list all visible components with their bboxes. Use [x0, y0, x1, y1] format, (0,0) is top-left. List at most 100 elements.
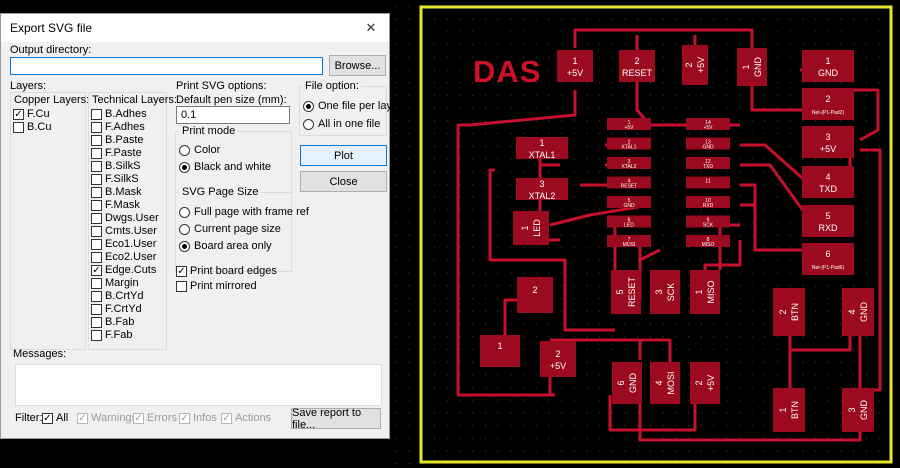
pad-label: GND: [628, 373, 638, 394]
checkbox-label: Dwgs.User: [105, 212, 159, 224]
pad-label: GND: [623, 203, 635, 209]
page-size-option-1-radio[interactable]: Current page size: [179, 223, 281, 235]
pad-label: 1: [778, 407, 788, 412]
pad-label: 2: [825, 94, 830, 104]
file-option-0-radio[interactable]: One file per layer: [303, 100, 402, 112]
pad-label: 2: [694, 380, 704, 385]
tech-layer-f-crtyd-checkbox[interactable]: F.CrtYd: [91, 303, 142, 315]
pad-label: 1: [497, 341, 502, 351]
tech-layer-f-mask-checkbox[interactable]: F.Mask: [91, 199, 140, 211]
pad-label: LED: [624, 223, 634, 229]
close-icon[interactable]: ✕: [361, 18, 381, 38]
pad-label: +5V: [696, 57, 706, 73]
pen-size-input[interactable]: [176, 106, 290, 124]
pad-label: XTAL1: [622, 145, 637, 151]
pad-label: GND: [702, 145, 714, 151]
copper-layer-f-cu-checkbox[interactable]: ✓ F.Cu: [13, 108, 50, 120]
checkbox-icon: [91, 251, 102, 263]
pad-label: TXD: [819, 184, 838, 194]
save-report-button[interactable]: Save report to file...: [291, 407, 381, 431]
pad-label: 11: [705, 179, 710, 185]
print-mirrored-checkbox[interactable]: Print mirrored: [176, 280, 257, 292]
file-option-1-radio[interactable]: All in one file: [303, 118, 380, 130]
pcb-view[interactable]: 1 +5V 2 RESET 2 +5V 1 GND 1 GND 2 Net-(P1-Pad2) 3 +5V…: [390, 0, 900, 468]
page-size-option-0-radio[interactable]: Full page with frame ref: [179, 206, 309, 218]
radio-label: Full page with frame ref: [194, 206, 309, 218]
tech-layer-b-fab-checkbox[interactable]: B.Fab: [91, 316, 134, 328]
pad-label: 5: [615, 289, 625, 294]
tech-layer-dwgs-user-checkbox[interactable]: Dwgs.User: [91, 212, 159, 224]
checkbox-icon: ✓: [221, 412, 232, 424]
copper-layer-b-cu-checkbox[interactable]: B.Cu: [13, 121, 51, 133]
pcb-canvas[interactable]: 1+5V2RESET2 +5V 1 GND 1GND2Net-(P1-Pad2)3+5V…: [390, 0, 900, 468]
filter-infos-checkbox[interactable]: ✓ Infos: [179, 412, 217, 424]
tech-layer-f-fab-checkbox[interactable]: F.Fab: [91, 329, 133, 341]
checkbox-label: Cmts.User: [105, 225, 157, 237]
checkbox-label: F.CrtYd: [105, 303, 142, 315]
checkbox-icon: [91, 329, 102, 341]
checkbox-label: B.CrtYd: [105, 290, 144, 302]
checkbox-label: B.SilkS: [105, 160, 141, 172]
pad-label: 3: [847, 407, 857, 412]
pad-label: 3: [539, 179, 544, 189]
tech-layer-b-paste-checkbox[interactable]: B.Paste: [91, 134, 144, 146]
filter-errors-checkbox[interactable]: ✓ Errors: [133, 412, 177, 424]
output-directory-input[interactable]: [10, 57, 323, 75]
checkbox-icon: [91, 108, 102, 120]
checkbox-icon: [91, 225, 102, 237]
filter-all-checkbox[interactable]: ✓ All: [42, 412, 68, 424]
filter-warnings-checkbox[interactable]: ✓ Warnings: [77, 412, 137, 424]
print-mode-color-radio[interactable]: Color: [179, 144, 220, 156]
browse-button[interactable]: Browse...: [329, 55, 386, 76]
tech-layer-b-crtyd-checkbox[interactable]: B.CrtYd: [91, 290, 144, 302]
pad-label: 4: [825, 172, 830, 182]
radio-icon: [179, 206, 190, 218]
pad-label: 1: [694, 289, 704, 294]
tech-layer-cmts-user-checkbox[interactable]: Cmts.User: [91, 225, 157, 237]
pcb-pad: [513, 211, 549, 245]
pad-label: XTAL1: [529, 150, 556, 160]
tech-layer-b-mask-checkbox[interactable]: B.Mask: [91, 186, 142, 198]
output-directory-label: Output directory:: [10, 44, 92, 56]
pad-label: GND: [753, 57, 763, 78]
filter-actions-checkbox[interactable]: ✓ Actions: [221, 412, 271, 424]
checkbox-label: F.Adhes: [105, 121, 145, 133]
pad-label: 2: [634, 56, 639, 66]
tech-layer-f-adhes-checkbox[interactable]: F.Adhes: [91, 121, 145, 133]
tech-layer-b-adhes-checkbox[interactable]: B.Adhes: [91, 108, 147, 120]
plot-button[interactable]: Plot: [300, 145, 387, 166]
print-board-edges-checkbox[interactable]: ✓ Print board edges: [176, 265, 277, 277]
pad-label: XTAL2: [529, 191, 556, 201]
checkbox-label: Actions: [235, 412, 272, 424]
messages-label: Messages:: [13, 348, 67, 360]
print-mode-label: Print mode: [180, 125, 238, 137]
pad-label: SCK: [666, 283, 676, 302]
pad-label: BTN: [790, 401, 800, 419]
pad-label: TXD: [703, 164, 713, 170]
dialog-titlebar: Export SVG file ✕: [1, 14, 389, 42]
pad-label: +5V: [567, 68, 583, 78]
pad-label: 5: [825, 211, 830, 221]
messages-box[interactable]: [15, 364, 382, 406]
tech-layer-margin-checkbox[interactable]: Margin: [91, 277, 139, 289]
tech-layer-edge-cuts-checkbox[interactable]: ✓ Edge.Cuts: [91, 264, 156, 276]
checkbox-label: B.Mask: [105, 186, 142, 198]
file-option-label: File option:: [303, 80, 361, 92]
dialog-title: Export SVG file: [10, 21, 93, 35]
page-size-option-2-radio[interactable]: Board area only: [179, 240, 272, 252]
checkbox-label: All: [56, 412, 69, 424]
tech-layer-b-silks-checkbox[interactable]: B.SilkS: [91, 160, 140, 172]
filter-label: Filter:: [15, 412, 43, 424]
checkbox-icon: ✓: [77, 412, 88, 424]
checkbox-label: Eco1.User: [105, 238, 157, 250]
checkbox-icon: [91, 303, 102, 315]
tech-layer-eco1-user-checkbox[interactable]: Eco1.User: [91, 238, 156, 250]
close-button[interactable]: Close: [300, 171, 387, 192]
print-mode-black-and-white-radio[interactable]: Black and white: [179, 161, 271, 173]
tech-layer-f-silks-checkbox[interactable]: F.SilkS: [91, 173, 139, 185]
pad-label: 4: [654, 380, 664, 385]
tech-layer-f-paste-checkbox[interactable]: F.Paste: [91, 147, 142, 159]
tech-layer-eco2-user-checkbox[interactable]: Eco2.User: [91, 251, 156, 263]
radio-label: Color: [194, 144, 221, 156]
checkbox-label: Infos: [193, 412, 217, 424]
